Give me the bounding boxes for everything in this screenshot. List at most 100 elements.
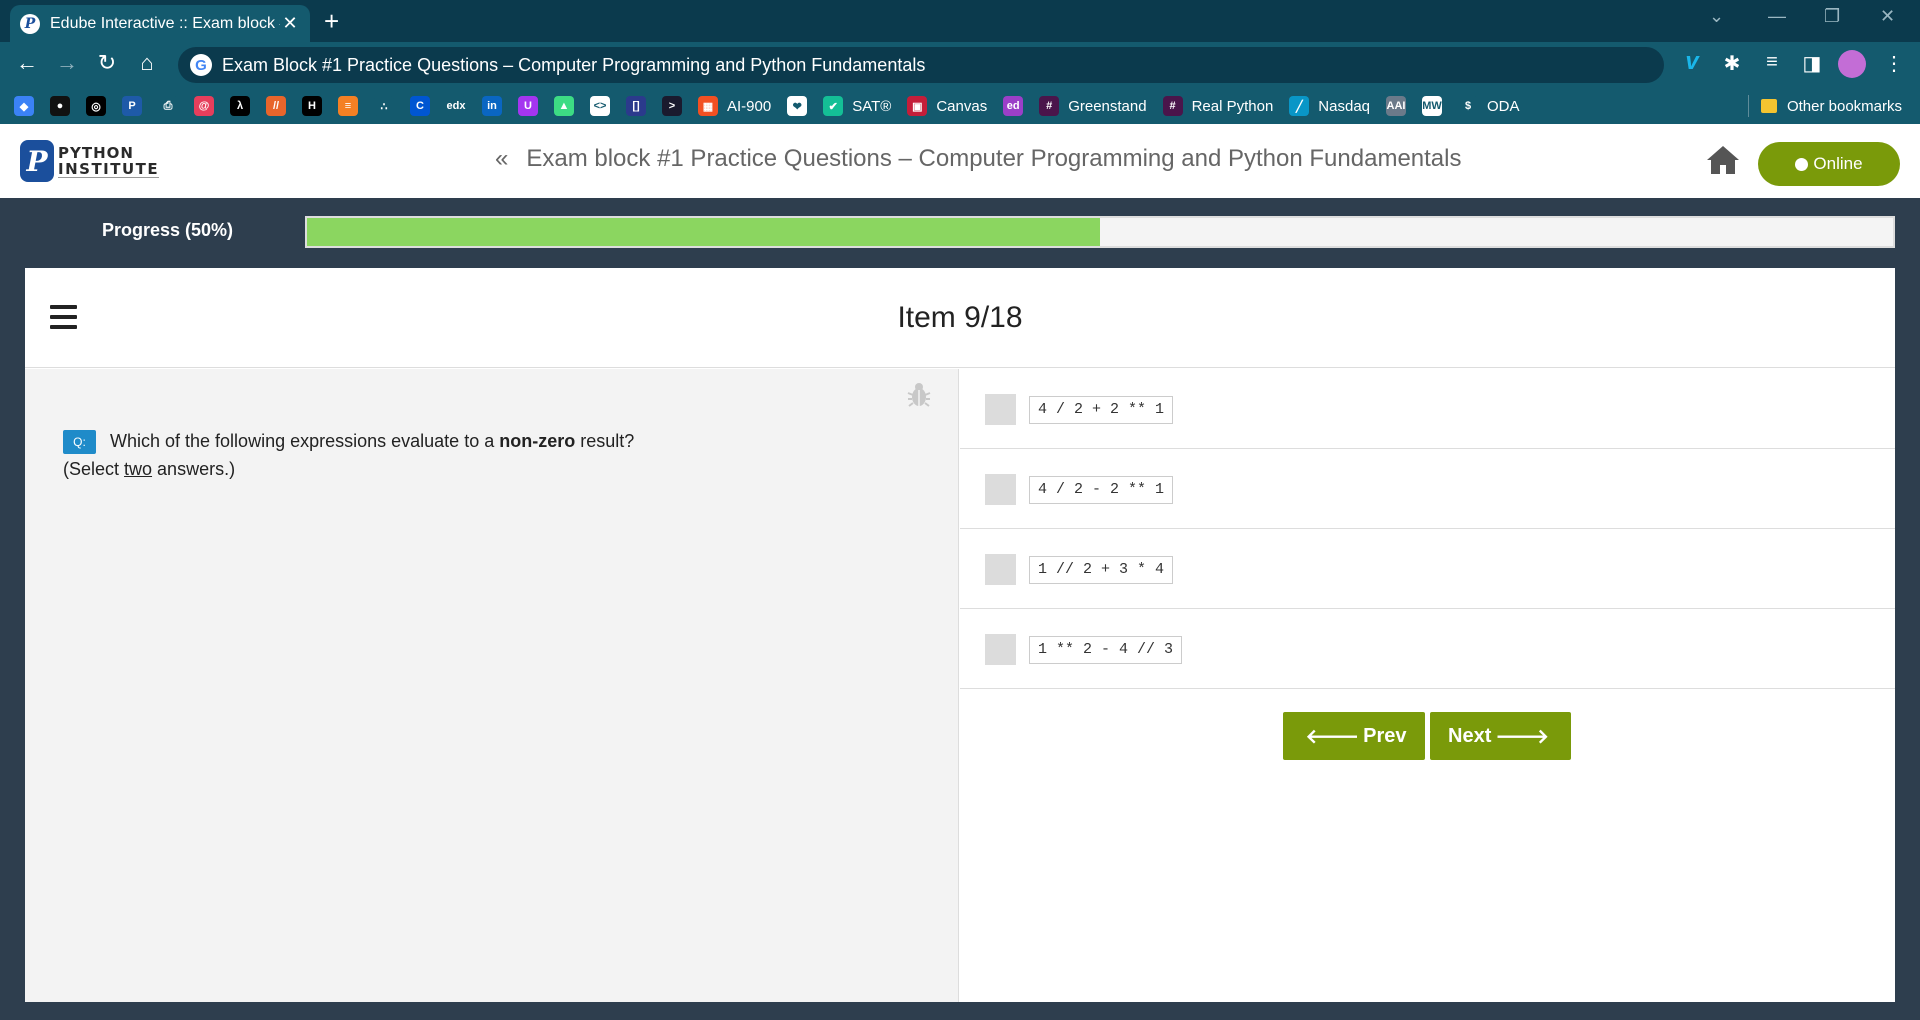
- bookmark-item[interactable]: ∴: [374, 96, 394, 116]
- close-tab-icon[interactable]: ✕: [280, 13, 300, 34]
- answer-checkbox[interactable]: [985, 634, 1016, 665]
- bookmark-item[interactable]: ≡: [338, 96, 358, 116]
- extensions-puzzle-icon[interactable]: ✱: [1718, 51, 1746, 76]
- ed-icon: ed: [1003, 96, 1024, 116]
- bookmark-item[interactable]: //: [266, 96, 286, 116]
- bookmark-item[interactable]: ✔ SAT®: [823, 96, 891, 116]
- bookmark-item[interactable]: edx: [446, 96, 466, 116]
- bookmark-item[interactable]: U: [518, 96, 538, 116]
- bookmark-item[interactable]: @: [194, 96, 214, 116]
- slack-icon: #: [1039, 96, 1060, 116]
- answer-checkbox[interactable]: [985, 474, 1016, 505]
- logo-line-1: PYTHON: [58, 143, 134, 162]
- address-bar-text: Exam Block #1 Practice Questions – Compu…: [222, 54, 926, 75]
- lambda-icon: λ: [230, 96, 250, 116]
- bookmark-label: Greenstand: [1068, 97, 1147, 115]
- online-status-button[interactable]: Online: [1758, 142, 1900, 186]
- arrow-right-icon: 🡒: [1495, 725, 1549, 748]
- home-icon[interactable]: [1705, 144, 1741, 181]
- bookmark-item[interactable]: ▦ AI-900: [698, 96, 771, 116]
- bookmark-item[interactable]: ◎: [86, 96, 106, 116]
- question-text-pre: Which of the following expressions evalu…: [110, 431, 500, 451]
- side-panel-icon[interactable]: ◨: [1798, 51, 1826, 76]
- chart-line-icon: ╱: [1289, 96, 1310, 116]
- online-dot-icon: [1795, 157, 1809, 171]
- report-bug-icon[interactable]: [905, 381, 933, 414]
- prev-button-label: Prev: [1363, 724, 1407, 747]
- bookmark-item[interactable]: ╱ Nasdaq: [1289, 96, 1370, 116]
- bookmark-item[interactable]: # Greenstand: [1039, 96, 1147, 116]
- progress-bar: [305, 216, 1895, 248]
- github-icon: ●: [50, 96, 70, 116]
- exam-title-text: Exam block #1 Practice Questions – Compu…: [526, 145, 1462, 172]
- bookmark-item[interactable]: ⎙: [158, 96, 178, 116]
- restore-icon[interactable]: ❐: [1824, 6, 1840, 27]
- answer-code: 1 // 2 + 3 * 4: [1029, 556, 1174, 584]
- media-controls-icon[interactable]: ≡: [1758, 51, 1786, 74]
- bookmark-item[interactable]: MW: [1422, 96, 1442, 116]
- browser-titlebar: P Edube Interactive :: Exam block # ✕ + …: [0, 0, 1920, 42]
- bookmark-item[interactable]: AAI: [1386, 96, 1406, 116]
- window-close-icon[interactable]: ✕: [1880, 6, 1895, 27]
- answer-option[interactable]: 1 ** 2 - 4 // 3: [960, 609, 1895, 689]
- udemy-icon: U: [518, 96, 538, 116]
- answer-code: 4 / 2 - 2 ** 1: [1029, 476, 1174, 504]
- bookmark-item[interactable]: ●: [50, 96, 70, 116]
- printer-icon: ⎙: [158, 96, 178, 116]
- back-chevrons-icon[interactable]: «: [495, 145, 508, 173]
- bookmark-item[interactable]: <>: [590, 96, 610, 116]
- reload-icon[interactable]: ↻: [92, 50, 122, 76]
- google-icon: G: [190, 54, 212, 76]
- answer-checkbox[interactable]: [985, 394, 1016, 425]
- vimeo-icon[interactable]: v: [1678, 48, 1706, 76]
- bookmark-item[interactable]: # Real Python: [1162, 96, 1273, 116]
- answer-option[interactable]: 1 // 2 + 3 * 4: [960, 529, 1895, 609]
- back-arrow-icon[interactable]: ←: [12, 50, 42, 76]
- microsoft-icon: ▦: [698, 96, 718, 116]
- menu-kebab-icon[interactable]: ⋮: [1880, 51, 1908, 76]
- prev-button[interactable]: 🡐 Prev: [1283, 712, 1425, 760]
- logo-line-2: INSTITUTE: [58, 159, 160, 178]
- android-icon: ▲: [554, 96, 574, 116]
- bookmark-item[interactable]: ed: [1003, 96, 1024, 116]
- home-button-icon[interactable]: ⌂: [132, 50, 162, 76]
- answer-code: 1 ** 2 - 4 // 3: [1029, 636, 1183, 664]
- brackets-icon: []: [626, 96, 646, 116]
- terminal-icon: >: [662, 96, 682, 116]
- next-button-label: Next: [1448, 724, 1492, 747]
- bookmark-label: ODA: [1487, 97, 1520, 115]
- slash-icon: //: [266, 96, 286, 116]
- bookmark-item[interactable]: ❤: [787, 96, 808, 116]
- bookmark-item[interactable]: C: [410, 96, 430, 116]
- answer-checkbox[interactable]: [985, 554, 1016, 585]
- mw-icon: MW: [1422, 96, 1442, 116]
- minimize-icon[interactable]: —: [1768, 6, 1786, 27]
- answer-option[interactable]: 4 / 2 - 2 ** 1: [960, 449, 1895, 529]
- bookmark-item[interactable]: λ: [230, 96, 250, 116]
- dots-icon: ∴: [374, 96, 394, 116]
- layers-icon: ◆: [14, 96, 34, 116]
- address-bar[interactable]: G Exam Block #1 Practice Questions – Com…: [178, 47, 1664, 83]
- bookmark-item[interactable]: >: [662, 96, 682, 116]
- canvas-icon: ▣: [907, 96, 928, 116]
- bookmark-item[interactable]: []: [626, 96, 646, 116]
- bookmark-item[interactable]: H: [302, 96, 322, 116]
- browser-tab[interactable]: P Edube Interactive :: Exam block # ✕: [10, 5, 310, 42]
- bookmark-item[interactable]: ▲: [554, 96, 574, 116]
- bookmark-item[interactable]: P: [122, 96, 142, 116]
- profile-avatar[interactable]: [1838, 50, 1866, 78]
- python-institute-logo-mark-icon: P: [20, 140, 54, 182]
- bookmark-item[interactable]: ▣ Canvas: [907, 96, 987, 116]
- forward-arrow-icon[interactable]: →: [52, 50, 82, 76]
- new-tab-icon[interactable]: +: [324, 6, 339, 37]
- other-bookmarks[interactable]: Other bookmarks: [1760, 98, 1902, 115]
- bookmark-item[interactable]: $ ODA: [1458, 96, 1520, 116]
- bookmark-label: Nasdaq: [1318, 97, 1370, 115]
- next-button[interactable]: Next 🡒: [1430, 712, 1571, 760]
- bookmark-item[interactable]: in: [482, 96, 502, 116]
- answer-option[interactable]: 4 / 2 + 2 ** 1: [960, 369, 1895, 449]
- python-institute-logo[interactable]: P PYTHON INSTITUTE: [20, 140, 160, 182]
- select-instruction-post: answers.): [152, 459, 236, 479]
- bookmark-item[interactable]: ◆: [14, 96, 34, 116]
- tab-search-icon[interactable]: ⌄: [1709, 6, 1724, 27]
